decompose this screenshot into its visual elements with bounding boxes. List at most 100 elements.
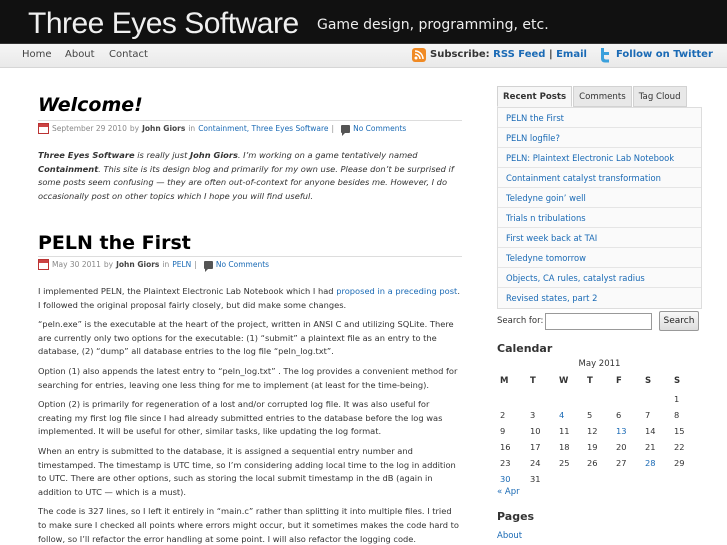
post-comments-link[interactable]: No Comments [216, 260, 269, 269]
recent-post-link[interactable]: Teledyne tomorrow [498, 248, 701, 268]
calendar-day: 5 [587, 410, 593, 420]
paragraph: “peln.exe” is the executable at the hear… [38, 319, 454, 357]
recent-post-link[interactable]: First week back at TAI [498, 228, 701, 248]
post-in: in [162, 260, 170, 269]
subscribe-bar: Subscribe: RSS Feed | Email [430, 49, 587, 60]
calendar-day: 25 [559, 458, 570, 468]
tab-tag-cloud[interactable]: Tag Cloud [632, 86, 687, 107]
calendar-day: 15 [674, 426, 685, 436]
calendar-day: 9 [500, 426, 506, 436]
twitter-icon[interactable] [598, 47, 612, 63]
recent-post-link[interactable]: PELN: Plaintext Electronic Lab Notebook [498, 148, 701, 168]
body-text: . This site is its design blog and prima… [38, 163, 454, 201]
recent-post-link[interactable]: Trials n tribulations [498, 208, 701, 228]
calendar-caption: May 2011 [578, 359, 621, 369]
post-by: by [103, 260, 114, 269]
calendar-day: 16 [500, 442, 511, 452]
post-comments-link[interactable]: No Comments [353, 124, 406, 133]
calendar-day-link[interactable]: 4 [559, 410, 564, 420]
calendar-weekday: T [530, 376, 536, 386]
body-text: is really just [134, 150, 191, 160]
nav-contact[interactable]: Contact [109, 49, 148, 60]
calendar-day: 23 [500, 458, 511, 468]
paragraph: The code is 327 lines, so I left it enti… [38, 506, 459, 544]
recent-post-link[interactable]: PELN logfile? [498, 128, 701, 148]
nav-about[interactable]: About [65, 49, 95, 60]
recent-post-link[interactable]: Teledyne goin’ well [498, 188, 701, 208]
subscribe-separator: | [548, 49, 553, 60]
calendar-day: 17 [530, 442, 541, 452]
calendar-day: 3 [530, 410, 536, 420]
post-meta: May 30 2011 by John Giors in PELN | No C… [38, 259, 269, 272]
calendar-prev-month-link[interactable]: « Apr [497, 487, 520, 497]
comment-icon [203, 260, 213, 272]
brand-name: Three Eyes Software [38, 150, 135, 160]
calendar-day: 19 [587, 442, 598, 452]
tab-comments[interactable]: Comments [573, 86, 632, 107]
calendar-day: 12 [587, 426, 598, 436]
paragraph: I implemented PELN, the Plaintext Electr… [38, 285, 462, 312]
calendar-day: 6 [616, 410, 622, 420]
email-link[interactable]: Email [556, 49, 587, 60]
post-date: May 30 2011 [52, 260, 101, 269]
calendar-weekday: S [645, 376, 652, 386]
site-title[interactable]: Three Eyes Software [28, 7, 299, 41]
calendar-day: 24 [530, 458, 541, 468]
post-categories[interactable]: Containment, Three Eyes Software [198, 124, 328, 133]
calendar-day: 22 [674, 442, 685, 452]
post-title-welcome[interactable]: Welcome! [38, 94, 143, 116]
preceding-post-link[interactable]: proposed in a preceding post [336, 286, 457, 296]
body-text: . I’m working on a game tentatively name… [237, 150, 418, 160]
recent-post-link[interactable]: Objects, CA rules, catalyst radius [498, 268, 701, 288]
search-input[interactable] [545, 313, 652, 330]
rss-feed-link[interactable]: RSS Feed [493, 49, 545, 60]
calendar-icon [38, 259, 49, 270]
tab-recent-posts[interactable]: Recent Posts [497, 86, 573, 107]
post-author: John Giors [116, 260, 160, 269]
calendar-day: 31 [530, 474, 541, 484]
calendar-weekday: F [616, 376, 622, 386]
recent-post-link[interactable]: PELN the First [498, 108, 701, 128]
calendar-day-link[interactable]: 30 [500, 474, 511, 484]
post-body-peln: I implemented PELN, the Plaintext Electr… [38, 285, 462, 545]
sidebar-tabs: Recent Posts Comments Tag Cloud [497, 86, 688, 107]
post-body-welcome: Three Eyes Software is really just John … [38, 149, 462, 209]
page-link-about[interactable]: About [497, 531, 522, 541]
search-label: Search for: [497, 316, 544, 326]
post-divider [38, 256, 462, 257]
calendar-day-link[interactable]: 28 [645, 458, 656, 468]
subscribe-label: Subscribe: [430, 49, 490, 60]
nav-bar: Home About Contact Subscribe: RSS Feed |… [0, 44, 727, 68]
comment-icon [341, 124, 351, 136]
calendar-title: Calendar [497, 342, 553, 355]
calendar-day: 11 [559, 426, 570, 436]
rss-icon[interactable] [412, 48, 426, 62]
recent-post-link[interactable]: Containment catalyst transformation [498, 168, 701, 188]
calendar-day: 1 [674, 394, 680, 404]
calendar-day: 8 [674, 410, 680, 420]
body-text: I implemented PELN, the Plaintext Electr… [38, 286, 337, 296]
calendar-icon [38, 123, 49, 134]
follow-twitter-link[interactable]: Follow on Twitter [616, 49, 713, 60]
site-tagline: Game design, programming, etc. [317, 17, 549, 33]
author-name: John Giors [190, 150, 238, 160]
calendar-day-link[interactable]: 13 [616, 426, 627, 436]
paragraph: Option (2) is primarily for regeneration… [38, 399, 443, 437]
calendar-day: 2 [500, 410, 506, 420]
post-title-peln[interactable]: PELN the First [38, 232, 191, 254]
paragraph: Option (1) also appends the latest entry… [38, 365, 458, 390]
search-button[interactable]: Search [659, 311, 699, 331]
calendar-weekday: S [674, 376, 681, 386]
meta-separator: | [331, 124, 335, 133]
post-categories[interactable]: PELN [172, 260, 191, 269]
calendar-day: 21 [645, 442, 656, 452]
site-header: Three Eyes Software Game design, program… [0, 0, 727, 44]
calendar-day: 27 [616, 458, 627, 468]
calendar-day: 20 [616, 442, 627, 452]
calendar-day: 26 [587, 458, 598, 468]
recent-post-link[interactable]: Revised states, part 2 [498, 288, 701, 308]
calendar-weekday: M [500, 376, 509, 386]
nav-home[interactable]: Home [22, 49, 52, 60]
post-in: in [188, 124, 196, 133]
post-date: September 29 2010 [52, 124, 127, 133]
